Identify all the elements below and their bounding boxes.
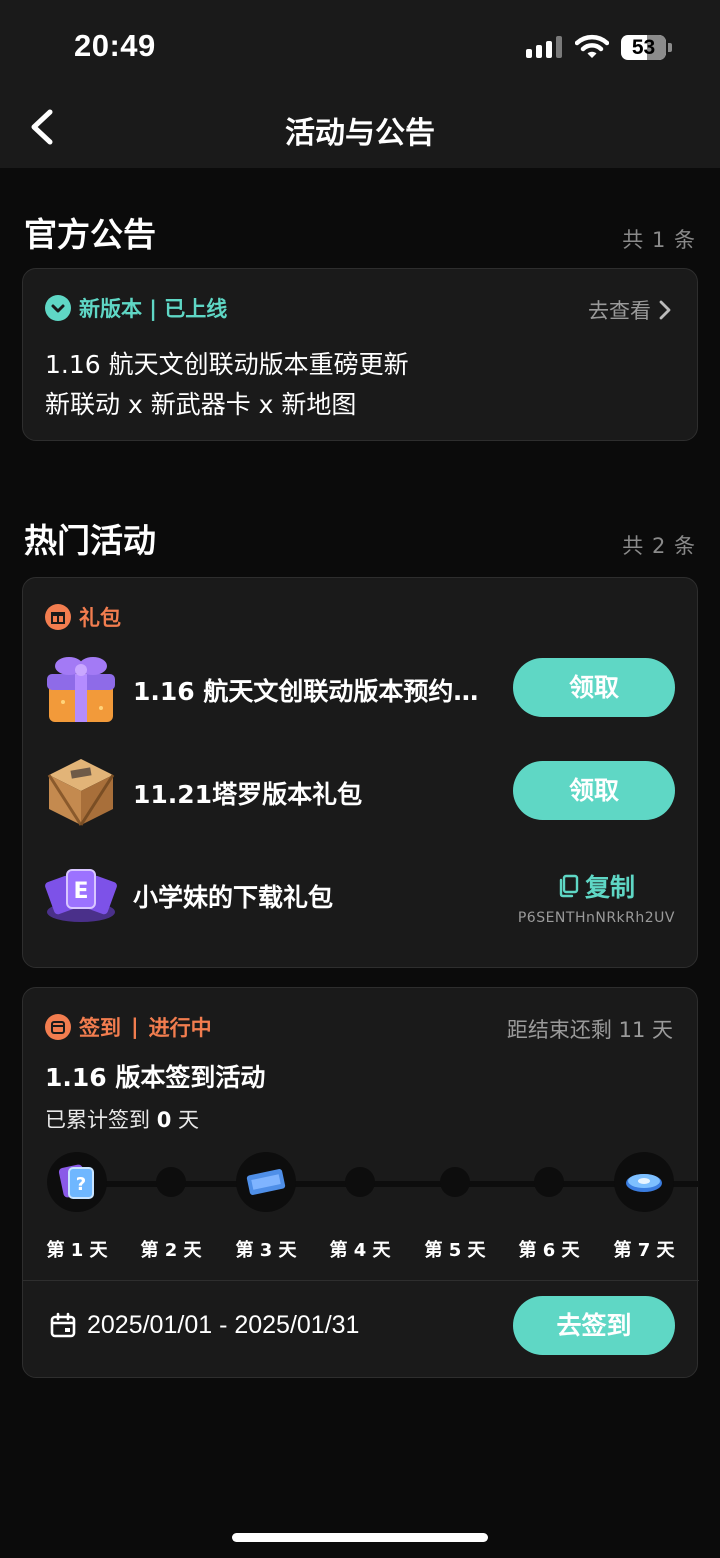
accumulated-days: 0	[156, 1108, 172, 1132]
day-label: 第 7 天	[613, 1240, 675, 1261]
status-bar: 20:49 53	[0, 0, 720, 88]
claim-button[interactable]: 领取	[513, 658, 675, 717]
home-indicator[interactable]	[232, 1533, 488, 1542]
day-label: 第 4 天	[329, 1240, 391, 1261]
calendar-badge-icon	[45, 1014, 71, 1040]
blue-coin-icon	[626, 1174, 662, 1192]
calendar-icon	[50, 1312, 76, 1337]
date-range: 2025/01/01 - 2025/01/31	[49, 1311, 359, 1340]
day-label: 第 1 天	[46, 1240, 108, 1261]
page-title: 活动与公告	[285, 116, 435, 151]
copy-icon	[559, 874, 579, 898]
svg-text:E: E	[73, 879, 88, 904]
day-label: 第 5 天	[424, 1240, 486, 1261]
gift-icon	[45, 604, 71, 630]
gift-item: 1.16 航天文创联动版本预约… 领取	[23, 644, 699, 734]
status-time: 20:49	[74, 28, 156, 63]
gift-item: 11.21塔罗版本礼包 领取	[23, 747, 699, 837]
checkin-tag: 签到 | 进行中	[45, 1012, 212, 1042]
cellular-signal-icon	[526, 36, 562, 58]
announcement-tag-label: 新版本 | 已上线	[79, 297, 228, 321]
ticket-card-icon	[246, 1169, 286, 1195]
copy-label: 复制	[585, 873, 636, 902]
gift-tag: 礼包	[45, 602, 121, 632]
chevron-down-circle-icon	[45, 295, 71, 321]
announcements-count: 共 1 条	[622, 228, 696, 252]
announcement-tag: 新版本 | 已上线	[45, 293, 227, 323]
day-label: 第 6 天	[518, 1240, 580, 1261]
gift-tag-label: 礼包	[79, 606, 121, 630]
purple-gift-box-icon	[47, 657, 115, 722]
mystery-card-icon: ?	[58, 1164, 94, 1199]
check-in-button[interactable]: 去签到	[513, 1296, 675, 1355]
wifi-icon	[575, 34, 609, 58]
announcement-line-1: 1.16 航天文创联动版本重磅更新	[45, 350, 409, 379]
gift-item-name: 1.16 航天文创联动版本预约…	[133, 677, 479, 706]
gift-item-name: 小学妹的下载礼包	[133, 883, 334, 912]
wooden-crate-icon	[47, 759, 115, 826]
gift-code: P6SENTHnNRkRh2UV	[517, 910, 675, 926]
gift-item: E 小学妹的下载礼包 复制 P6SENTHnNRkRh2UV	[23, 850, 699, 940]
remaining-time: 距结束还剩 11 天	[506, 1018, 673, 1042]
checkin-status: 进行中	[148, 1016, 212, 1040]
checkin-title: 1.16 版本签到活动	[45, 1063, 266, 1092]
view-link-label: 去查看	[588, 299, 651, 323]
day-label: 第 2 天	[140, 1240, 202, 1261]
activities-count: 共 2 条	[622, 534, 696, 558]
battery-level: 53	[631, 36, 656, 59]
announcements-heading: 官方公告	[24, 215, 156, 254]
announcement-card[interactable]: 新版本 | 已上线 去查看 1.16 航天文创联动版本重磅更新 新联动 x 新武…	[22, 268, 698, 441]
checkin-card: 签到 | 进行中 距结束还剩 11 天 1.16 版本签到活动 已累计签到 0 …	[22, 987, 699, 1378]
announcement-line-2: 新联动 x 新武器卡 x 新地图	[45, 390, 357, 419]
day-label: 第 3 天	[235, 1240, 297, 1261]
svg-text:?: ?	[76, 1174, 86, 1195]
purple-card-fan-icon: E	[45, 869, 117, 922]
activities-heading: 热门活动	[24, 521, 156, 560]
copy-button[interactable]: 复制	[557, 868, 635, 904]
divider	[23, 1280, 699, 1281]
date-range-text: 2025/01/01 - 2025/01/31	[87, 1311, 360, 1339]
chevron-right-icon	[659, 300, 671, 320]
claim-button[interactable]: 领取	[513, 761, 675, 820]
gift-card: 礼包 1.16 航天文创联动版本预约… 领取 11.21塔罗版本礼包 领取 E …	[22, 577, 698, 968]
nav-bar: 活动与公告	[0, 88, 720, 168]
view-link[interactable]: 去查看	[588, 295, 671, 325]
gift-item-name: 11.21塔罗版本礼包	[133, 780, 363, 809]
checkin-tag-label: 签到	[79, 1016, 121, 1040]
battery-icon: 53	[621, 35, 666, 60]
checkin-accumulated: 已累计签到 0 天	[45, 1108, 199, 1132]
